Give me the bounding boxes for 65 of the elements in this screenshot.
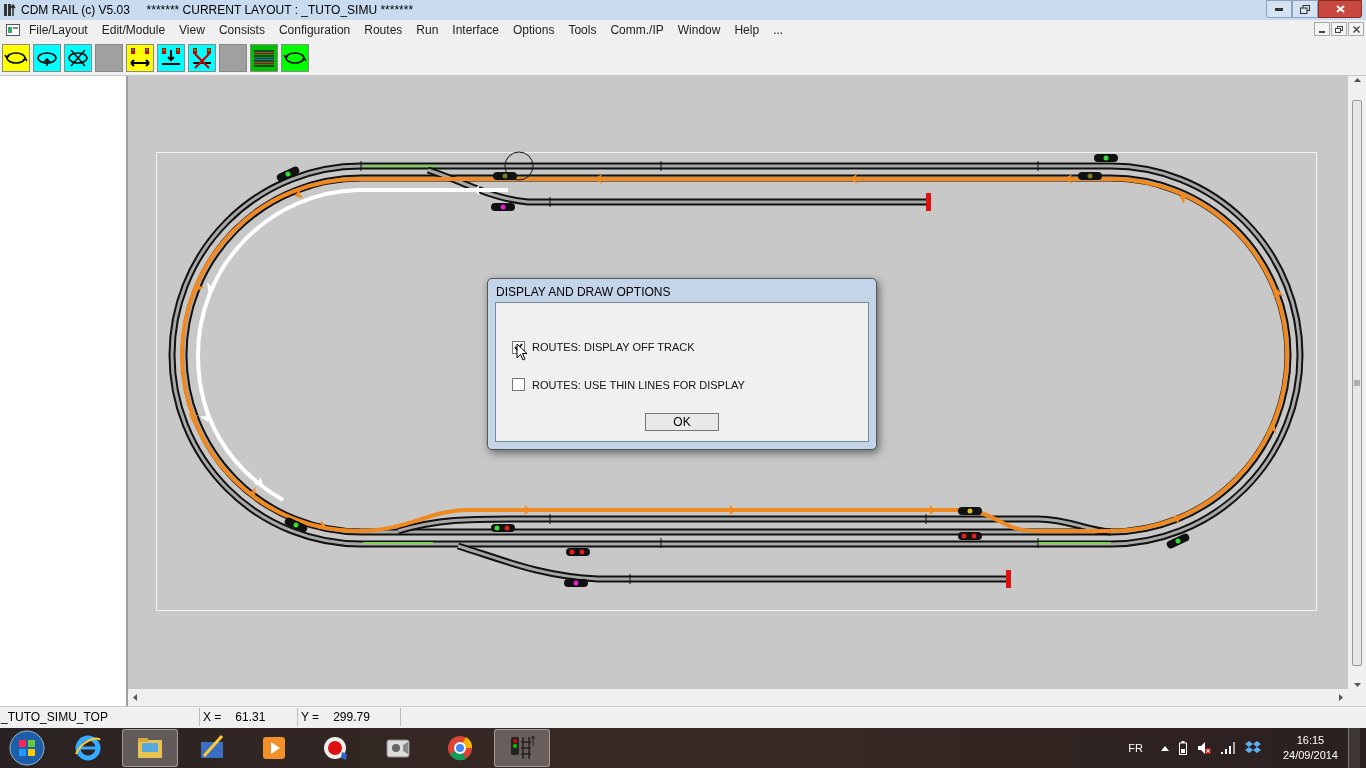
language-indicator[interactable]: FR: [1128, 739, 1143, 757]
scrollbar-thumb[interactable]: [1352, 99, 1362, 666]
signal-bars-icon[interactable]: [1220, 742, 1235, 754]
option-label[interactable]: ROUTES: DISPLAY OFF TRACK: [532, 339, 695, 356]
close-button[interactable]: [1348, 22, 1364, 36]
toolbar-button[interactable]: [64, 43, 92, 72]
x-coordinate: 61.31: [235, 708, 266, 726]
option-label[interactable]: ROUTES: USE THIN LINES FOR DISPLAY: [532, 376, 745, 393]
restore-icon: [1335, 25, 1343, 33]
toolbar-button[interactable]: [188, 43, 216, 72]
menu-item[interactable]: File/Layout: [22, 21, 95, 39]
toolbar-button[interactable]: [157, 43, 185, 72]
menu-item[interactable]: Consists: [211, 21, 272, 39]
menu-item[interactable]: Help: [727, 21, 767, 39]
dialog-title: DISPLAY AND DRAW OPTIONS: [495, 284, 672, 301]
scroll-left-icon: [133, 694, 137, 701]
menu-item[interactable]: Interface: [445, 21, 507, 39]
restore-button[interactable]: [1331, 22, 1347, 36]
grip-icon: [1354, 379, 1360, 386]
close-button[interactable]: [1318, 0, 1362, 18]
menu-item[interactable]: Options: [506, 21, 562, 39]
scroll-down-icon: [1353, 683, 1361, 687]
app-icon: [4, 3, 16, 17]
layout-name: _TUTO_SIMU_TOP: [0, 707, 200, 726]
checkbox[interactable]: [512, 378, 525, 392]
restore-icon: [1300, 4, 1310, 14]
document-icon[interactable]: [6, 24, 20, 36]
close-icon: [1335, 5, 1345, 13]
signals-cross-icon: [190, 45, 214, 70]
menu-item[interactable]: ...: [766, 21, 791, 39]
menu-item[interactable]: Configuration: [271, 21, 358, 39]
scroll-right-icon: [1339, 694, 1343, 701]
toolbar-button[interactable]: [2, 43, 30, 72]
toolbar-button[interactable]: [33, 43, 61, 72]
menu-item[interactable]: View: [172, 21, 212, 39]
clock-date[interactable]: 24/09/2014: [1282, 748, 1338, 763]
show-desktop-button[interactable]: [1348, 728, 1360, 768]
y-label: Y =: [301, 708, 320, 726]
y-coordinate: 299.79: [333, 708, 370, 726]
scroll-up-icon: [1353, 78, 1361, 82]
menu-item[interactable]: Comm./IP: [603, 21, 671, 39]
minimize-icon: [1275, 7, 1283, 11]
speaker-muted-icon[interactable]: [1196, 741, 1211, 755]
lines-icon: [253, 47, 275, 68]
clock-time[interactable]: 16:15: [1296, 733, 1325, 748]
close-icon: [1352, 25, 1360, 33]
menu-item[interactable]: Edit/Module: [94, 21, 173, 39]
toolbar-button[interactable]: [126, 43, 154, 72]
minimize-button[interactable]: [1266, 0, 1292, 18]
menu-item[interactable]: Window: [670, 21, 728, 39]
toolbar-button[interactable]: [250, 43, 278, 72]
menu-item[interactable]: Tools: [561, 21, 604, 39]
battery-icon[interactable]: [1178, 741, 1187, 755]
dropbox-icon[interactable]: [1244, 741, 1261, 755]
maximize-button[interactable]: [1292, 0, 1318, 18]
minimize-button[interactable]: [1314, 22, 1330, 36]
menu-item[interactable]: Run: [409, 21, 446, 39]
minimize-icon: [1319, 31, 1325, 33]
menu-item[interactable]: Routes: [357, 21, 410, 39]
x-label: X =: [203, 708, 222, 726]
start-button[interactable]: [8, 729, 46, 767]
window-title: CDM RAIL (c) V5.03 ******* CURRENT LAYOUT : _TUTO_SIMU *******: [21, 2, 414, 19]
up-arrow-icon[interactable]: [1160, 745, 1169, 751]
toolbar-button[interactable]: [281, 43, 309, 72]
ok-button[interactable]: OK: [645, 413, 719, 431]
